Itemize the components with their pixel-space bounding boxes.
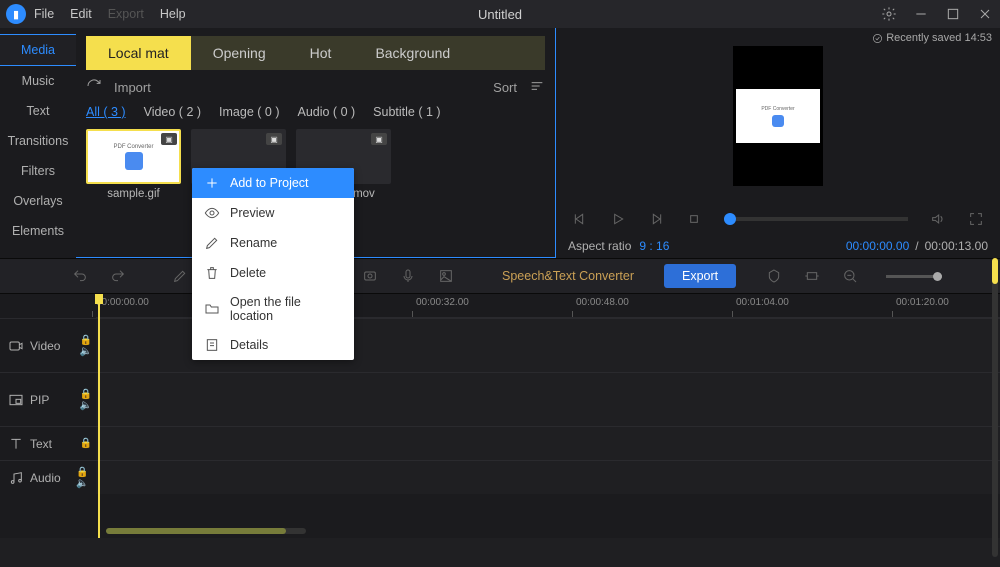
track-lock-audio[interactable]: 🔒 🔈 — [76, 460, 96, 494]
track-lock-pip[interactable]: 🔒🔈 — [76, 372, 96, 426]
toolbar: Speech&Text Converter Export — [0, 258, 1000, 294]
undo-icon[interactable] — [68, 264, 92, 288]
sidebar-item-overlays[interactable]: Overlays — [0, 186, 76, 216]
fit-icon[interactable] — [800, 264, 824, 288]
context-add-to-project[interactable]: Add to Project — [192, 168, 354, 198]
next-frame-icon[interactable] — [644, 207, 668, 231]
app-logo: ▮ — [6, 4, 26, 24]
sidebar: Media Music Text Transitions Filters Ove… — [0, 28, 76, 258]
track-text[interactable] — [96, 426, 1000, 460]
close-icon[interactable] — [976, 5, 994, 23]
ruler-tick: 00:00:00.00 — [96, 297, 149, 308]
prev-frame-icon[interactable] — [568, 207, 592, 231]
tab-opening[interactable]: Opening — [191, 36, 288, 70]
edit-icon[interactable] — [168, 264, 192, 288]
filter-subtitle[interactable]: Subtitle ( 1 ) — [373, 105, 440, 119]
menu-export: Export — [108, 7, 144, 21]
track-pip[interactable] — [96, 372, 1000, 426]
menu-file[interactable]: File — [34, 7, 54, 21]
preview-frame: PDF Converter — [733, 46, 823, 186]
sidebar-item-filters[interactable]: Filters — [0, 156, 76, 186]
filter-image[interactable]: Image ( 0 ) — [219, 105, 279, 119]
track-label-audio: Audio — [0, 460, 76, 494]
zoom-out-icon[interactable] — [838, 264, 862, 288]
time-sep: / — [915, 239, 918, 253]
eye-icon — [204, 205, 220, 221]
ruler-tick: 00:01:20.00 — [896, 297, 949, 308]
record-icon[interactable] — [358, 264, 382, 288]
ruler-tick: 00:01:04.00 — [736, 297, 789, 308]
ruler-tick: 00:00:32.00 — [416, 297, 469, 308]
menu-help[interactable]: Help — [160, 7, 186, 21]
maximize-icon[interactable] — [944, 5, 962, 23]
folder-icon — [204, 301, 220, 317]
sidebar-item-music[interactable]: Music — [0, 66, 76, 96]
ruler-tick: 00:00:48.00 — [576, 297, 629, 308]
play-icon[interactable] — [606, 207, 630, 231]
track-lock-text[interactable]: 🔒 — [76, 426, 96, 460]
filter-all[interactable]: All ( 3 ) — [86, 105, 126, 119]
fullscreen-icon[interactable] — [964, 207, 988, 231]
sort-icon[interactable] — [529, 78, 545, 97]
track-audio[interactable] — [96, 460, 1000, 494]
picture-icon[interactable] — [434, 264, 458, 288]
tab-local[interactable]: Local mat — [86, 36, 191, 70]
marker-icon[interactable] — [762, 264, 786, 288]
plus-icon — [204, 175, 220, 191]
vertical-scrollbar[interactable] — [992, 258, 998, 557]
camera-icon: ▣ — [266, 133, 282, 145]
media-item-1[interactable]: PDF Converter▣ sample.gif — [86, 129, 181, 200]
export-button[interactable]: Export — [664, 264, 736, 288]
camera-icon: ▣ — [161, 133, 177, 145]
context-delete[interactable]: Delete — [192, 258, 354, 288]
track-label-pip: PIP — [0, 372, 76, 426]
context-rename[interactable]: Rename — [192, 228, 354, 258]
media-tabs: Local mat Opening Hot Background — [86, 36, 545, 70]
sidebar-item-elements[interactable]: Elements — [0, 216, 76, 246]
settings-icon[interactable] — [880, 5, 898, 23]
sort-button[interactable]: Sort — [493, 80, 517, 95]
context-open-location[interactable]: Open the file location — [192, 288, 354, 330]
redo-icon[interactable] — [106, 264, 130, 288]
context-preview[interactable]: Preview — [192, 198, 354, 228]
preview-slider[interactable] — [724, 217, 908, 221]
info-icon — [204, 337, 220, 353]
tab-hot[interactable]: Hot — [288, 36, 354, 70]
menu-edit[interactable]: Edit — [70, 7, 92, 21]
speech-text-button[interactable]: Speech&Text Converter — [502, 269, 634, 283]
media-item-1-label: sample.gif — [107, 188, 159, 200]
duration: 00:00:13.00 — [925, 239, 988, 253]
aspect-label: Aspect ratio — [568, 239, 631, 253]
stop-icon[interactable] — [682, 207, 706, 231]
volume-icon[interactable] — [926, 207, 950, 231]
horizontal-scrollbar[interactable] — [106, 528, 306, 534]
camera-icon: ▣ — [371, 133, 387, 145]
timeline: Video PIP Text Audio 🔒🔈 🔒🔈 🔒 🔒 🔈 00:00:0… — [0, 294, 1000, 538]
filter-audio[interactable]: Audio ( 0 ) — [297, 105, 355, 119]
saved-status: Recently saved 14:53 — [872, 32, 992, 44]
current-time: 00:00:00.00 — [846, 239, 909, 253]
mic-icon[interactable] — [396, 264, 420, 288]
track-label-text: Text — [0, 426, 76, 460]
titlebar: ▮ File Edit Export Help Untitled — [0, 0, 1000, 28]
context-menu: Add to Project Preview Rename Delete Ope… — [192, 168, 354, 360]
trash-icon — [204, 265, 220, 281]
refresh-icon[interactable] — [86, 78, 102, 97]
zoom-slider[interactable] — [886, 275, 942, 278]
track-lock-video[interactable]: 🔒🔈 — [76, 318, 96, 372]
context-details[interactable]: Details — [192, 330, 354, 360]
pencil-icon — [204, 235, 220, 251]
track-label-video: Video — [0, 318, 76, 372]
filter-video[interactable]: Video ( 2 ) — [144, 105, 201, 119]
sidebar-item-transitions[interactable]: Transitions — [0, 126, 76, 156]
aspect-value[interactable]: 9 : 16 — [639, 239, 669, 253]
tab-background[interactable]: Background — [353, 36, 472, 70]
sidebar-item-text[interactable]: Text — [0, 96, 76, 126]
minimize-icon[interactable] — [912, 5, 930, 23]
sidebar-item-media[interactable]: Media — [0, 34, 76, 66]
preview-panel: Recently saved 14:53 PDF Converter Aspec… — [556, 28, 1000, 258]
playhead[interactable] — [98, 294, 100, 538]
import-button[interactable]: Import — [114, 80, 151, 95]
